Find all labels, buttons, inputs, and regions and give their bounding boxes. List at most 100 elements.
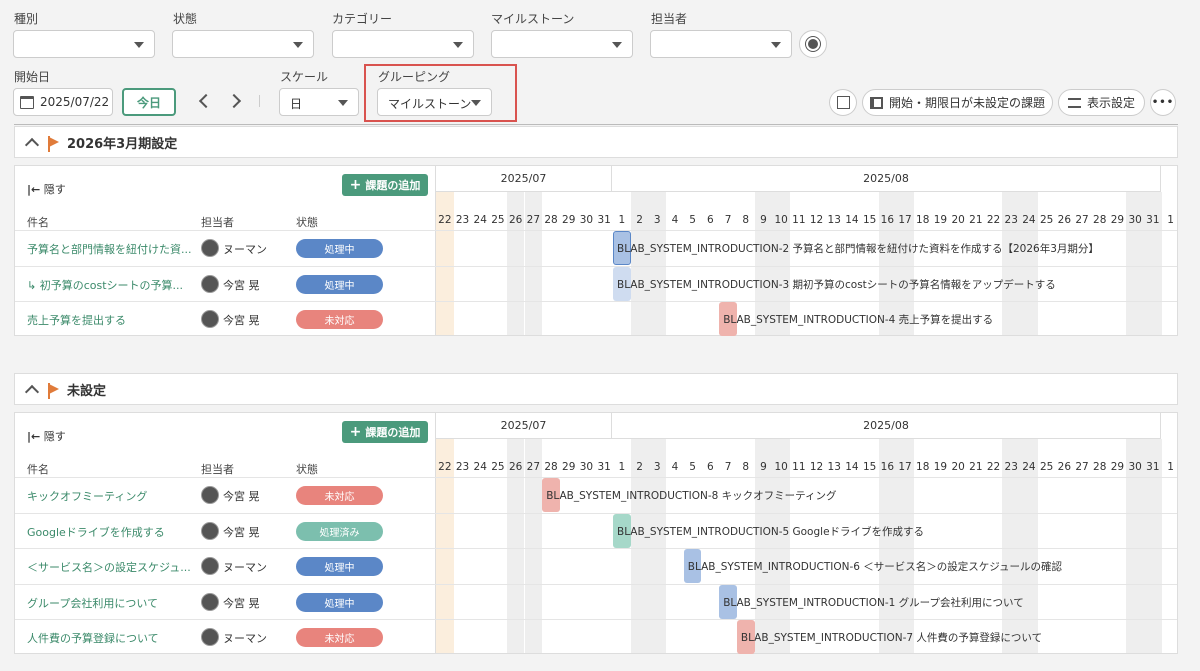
day-label: 31 bbox=[1146, 214, 1160, 226]
day-label: 25 bbox=[491, 214, 505, 226]
day-label: 6 bbox=[707, 214, 714, 226]
assignee-name: 今宮 晃 bbox=[223, 596, 260, 610]
status-badge: 処理中 bbox=[296, 557, 383, 576]
assignee-name: 今宮 晃 bbox=[223, 525, 260, 539]
unset-issues-button[interactable]: 開始・期限日が未設定の課題 bbox=[862, 89, 1053, 116]
avatar bbox=[201, 239, 219, 257]
day-label: 1 bbox=[1167, 214, 1174, 226]
day-label: 14 bbox=[845, 461, 859, 473]
milestone-filter-label: マイルストーン bbox=[491, 12, 575, 26]
hide-button[interactable]: |← 隠す bbox=[27, 428, 66, 444]
col-header-name: 件名 bbox=[27, 463, 49, 476]
collapse-chevron-icon[interactable] bbox=[24, 137, 40, 153]
day-label: 26 bbox=[508, 214, 523, 226]
issue-row[interactable]: 売上予算を提出する 今宮 晃 未対応 BLAB_SYSTEM_INTRODUCTION… bbox=[15, 301, 1177, 336]
day-label: 2 bbox=[636, 461, 643, 473]
sliders-icon bbox=[1067, 97, 1081, 108]
today-button[interactable]: 今日 bbox=[122, 88, 176, 116]
issue-row[interactable]: キックオフミーティング 今宮 晃 未対応 BLAB_SYSTEM_INTRODUCTI… bbox=[15, 477, 1177, 512]
col-header-status: 状態 bbox=[296, 216, 318, 229]
collapse-left-icon: |← bbox=[27, 430, 41, 443]
assignee-name: 今宮 晃 bbox=[223, 490, 260, 503]
calendar-icon bbox=[20, 96, 34, 109]
day-label: 27 bbox=[1075, 461, 1089, 473]
day-label: 1 bbox=[618, 214, 626, 226]
status-badge: 未対応 bbox=[296, 310, 383, 329]
prev-arrow-icon[interactable] bbox=[198, 93, 214, 109]
avatar bbox=[201, 628, 219, 646]
issue-title-link[interactable]: ↳ 初予算のcostシートの予算... bbox=[27, 277, 197, 293]
day-label: 20 bbox=[951, 214, 965, 226]
next-arrow-icon[interactable] bbox=[226, 93, 242, 109]
grouping-select[interactable]: マイルストーン bbox=[377, 88, 492, 116]
day-label: 1 bbox=[1167, 461, 1174, 473]
plus-icon: + bbox=[349, 424, 362, 440]
issue-row[interactable]: ＜サービス名＞の設定スケジュ... ヌーマン 処理中 BLAB_SYSTEM_INTR… bbox=[15, 548, 1177, 583]
day-label: 19 bbox=[933, 461, 948, 473]
gantt-bar-label: BLAB_SYSTEM_INTRODUCTION-2 予算名と部門情報を紐付けた… bbox=[617, 243, 1099, 255]
my-issues-button[interactable] bbox=[799, 30, 827, 58]
day-label: 23 bbox=[1004, 214, 1018, 226]
issue-title-link[interactable]: 売上予算を提出する bbox=[27, 312, 197, 328]
add-issue-button[interactable]: + 課題の追加 bbox=[342, 421, 428, 443]
more-icon: ••• bbox=[1151, 97, 1175, 108]
plus-icon: + bbox=[349, 177, 362, 193]
collapse-chevron-icon[interactable] bbox=[24, 384, 40, 400]
gantt-bar-label: BLAB_SYSTEM_INTRODUCTION-7 人件費の予算登録について bbox=[740, 632, 1043, 644]
status-filter-select[interactable] bbox=[172, 30, 314, 58]
hide-button[interactable]: |← 隠す bbox=[27, 181, 66, 197]
day-label: 25 bbox=[1039, 461, 1054, 473]
day-label: 27 bbox=[526, 214, 541, 226]
add-issue-button[interactable]: + 課題の追加 bbox=[342, 174, 428, 196]
group-title: 2026年3月期設定 bbox=[67, 136, 178, 152]
day-label: 4 bbox=[671, 214, 679, 226]
milestone-flag-icon bbox=[48, 136, 59, 152]
day-label: 12 bbox=[809, 214, 824, 226]
display-settings-button[interactable]: 表示設定 bbox=[1058, 89, 1145, 116]
day-label: 16 bbox=[880, 461, 895, 473]
avatar bbox=[201, 521, 219, 540]
start-date-input[interactable]: 2025/07/22 bbox=[13, 88, 113, 116]
group-header-2[interactable]: 未設定 bbox=[14, 373, 1178, 405]
issue-row[interactable]: 予算名と部門情報を紐付けた資... ヌーマン 処理中 BLAB_SYSTEM_INTR… bbox=[15, 230, 1177, 265]
issue-row[interactable]: 人件費の予算登録について ヌーマン 未対応 BLAB_SYSTEM_INTRODUCT… bbox=[15, 619, 1177, 654]
col-header-assignee: 担当者 bbox=[201, 463, 234, 476]
day-label: 18 bbox=[916, 214, 930, 226]
day-label: 22 bbox=[986, 214, 1001, 226]
chevron-down-icon bbox=[771, 42, 781, 48]
day-label: 20 bbox=[951, 461, 965, 473]
day-label: 16 bbox=[880, 214, 895, 226]
upload-icon bbox=[836, 96, 850, 109]
export-button[interactable] bbox=[829, 89, 857, 116]
more-options-button[interactable]: ••• bbox=[1150, 89, 1176, 116]
status-badge: 処理中 bbox=[296, 592, 383, 612]
issue-row[interactable]: ↳ 初予算のcostシートの予算... 今宮 晃 処理中 BLAB_SYSTEM_IN… bbox=[15, 265, 1177, 301]
day-label: 4 bbox=[671, 461, 679, 473]
type-filter-select[interactable] bbox=[13, 30, 155, 58]
issue-title-link[interactable]: ＜サービス名＞の設定スケジュ... bbox=[27, 559, 197, 575]
status-badge: 処理中 bbox=[296, 274, 383, 294]
category-filter-select[interactable] bbox=[332, 30, 474, 58]
issue-row[interactable]: グループ会社利用について 今宮 晃 処理中 BLAB_SYSTEM_INTRODUCT… bbox=[15, 583, 1177, 619]
issue-title-link[interactable]: 人件費の予算登録について bbox=[27, 630, 197, 646]
day-label: 26 bbox=[1057, 461, 1072, 473]
day-label: 31 bbox=[597, 214, 611, 226]
issue-title-link[interactable]: グループ会社利用について bbox=[27, 595, 197, 611]
list-icon bbox=[869, 96, 883, 109]
gantt-bar-label: BLAB_SYSTEM_INTRODUCTION-5 Googleドライブを作成… bbox=[617, 525, 925, 538]
issue-title-link[interactable]: Googleドライブを作成する bbox=[27, 524, 197, 540]
issue-title-link[interactable]: 予算名と部門情報を紐付けた資... bbox=[27, 241, 197, 257]
scale-select[interactable]: 日 bbox=[279, 88, 359, 116]
issue-row[interactable]: Googleドライブを作成する 今宮 晃 処理済み BLAB_SYSTEM_INTRO… bbox=[15, 512, 1177, 548]
group-header-1[interactable]: 2026年3月期設定 bbox=[14, 126, 1178, 158]
day-label: 12 bbox=[809, 461, 824, 473]
assignee-filter-select[interactable] bbox=[650, 30, 792, 58]
milestone-filter-select[interactable] bbox=[491, 30, 633, 58]
col-header-assignee: 担当者 bbox=[201, 216, 234, 229]
day-label: 21 bbox=[969, 461, 983, 473]
day-label: 3 bbox=[653, 214, 661, 226]
start-date-value: 2025/07/22 bbox=[40, 95, 110, 109]
assignee-name: 今宮 晃 bbox=[223, 278, 260, 292]
issue-title-link[interactable]: キックオフミーティング bbox=[27, 488, 197, 504]
day-label: 31 bbox=[597, 461, 611, 473]
